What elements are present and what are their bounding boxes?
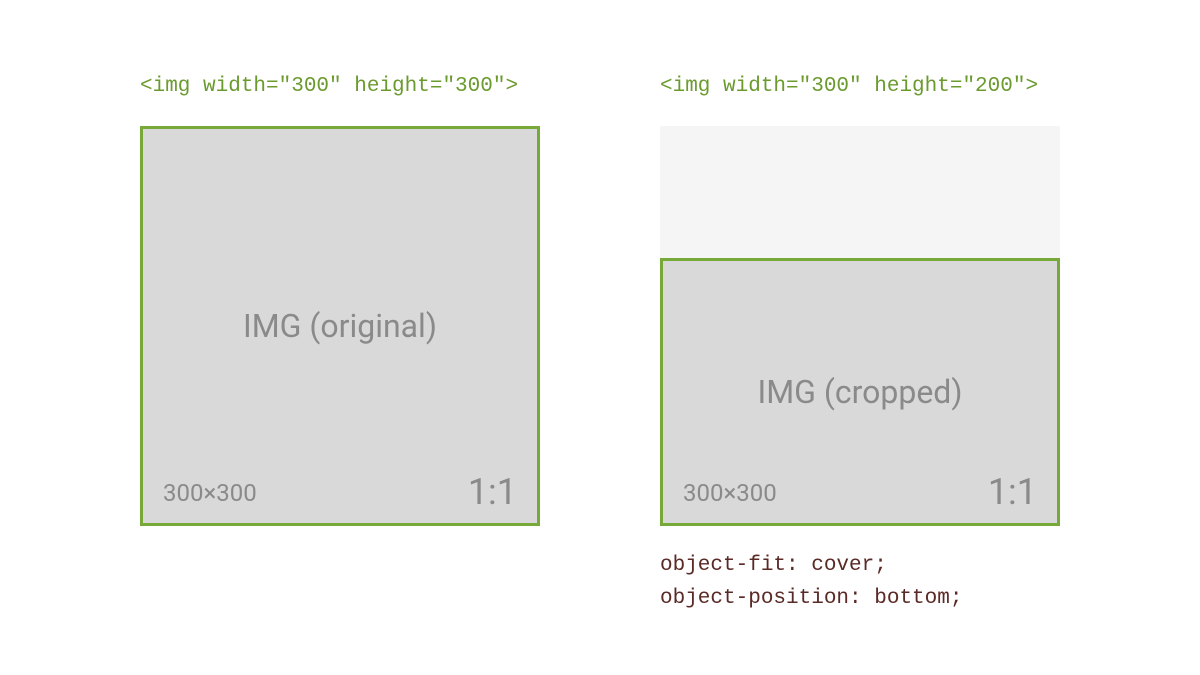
image-ratio-left: 1:1 xyxy=(468,471,517,513)
css-line-1: object-fit: cover; xyxy=(660,550,1060,583)
image-box-original: IMG (original) 300×300 1:1 xyxy=(140,126,540,526)
html-code-label-right: <img width="300" height="200"> xyxy=(660,75,1060,98)
image-box-cropped: IMG (cropped) 300×300 1:1 xyxy=(660,258,1060,526)
image-center-text-left: IMG (original) xyxy=(243,307,437,345)
ghost-area xyxy=(660,126,1060,258)
right-column: <img width="300" height="200"> IMG (crop… xyxy=(660,75,1060,615)
image-dimensions-right: 300×300 xyxy=(683,479,777,507)
image-box-wrap-left: IMG (original) 300×300 1:1 xyxy=(140,126,540,526)
image-box-wrap-right: IMG (cropped) 300×300 1:1 xyxy=(660,126,1060,526)
image-center-text-right: IMG (cropped) xyxy=(758,373,963,411)
left-column: <img width="300" height="300"> IMG (orig… xyxy=(140,75,540,526)
css-code-label: object-fit: cover; object-position: bott… xyxy=(660,550,1060,615)
css-line-2: object-position: bottom; xyxy=(660,583,1060,616)
image-ratio-right: 1:1 xyxy=(988,471,1037,513)
image-dimensions-left: 300×300 xyxy=(163,479,257,507)
html-code-label-left: <img width="300" height="300"> xyxy=(140,75,540,98)
